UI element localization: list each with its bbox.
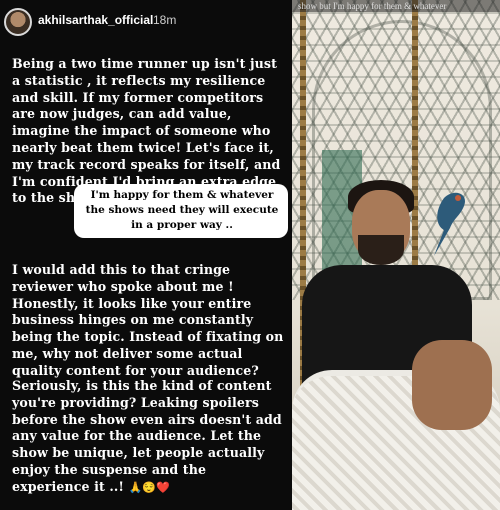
story-header: akhilsarthak_official 18m (0, 8, 292, 36)
instagram-story: akhilsarthak_official 18m Being a two ti… (0, 0, 500, 510)
avatar[interactable] (4, 8, 32, 36)
person-arm (412, 340, 492, 430)
bird-painting-icon (434, 192, 465, 256)
username[interactable]: akhilsarthak_official (38, 13, 153, 27)
story-paragraph-2: I would add this to that cringe reviewer… (12, 262, 284, 378)
story-photo: show but I'm happy for them & whatever (292, 0, 500, 510)
story-text-panel: akhilsarthak_official 18m Being a two ti… (0, 0, 292, 510)
quote-sticker: I'm happy for them & whatever the shows … (74, 184, 288, 238)
person-beard (358, 235, 404, 265)
post-time: 18m (153, 13, 177, 27)
story-paragraph-3: Seriously, is this the kind of content y… (12, 378, 288, 497)
story-paragraph-3-text: Seriously, is this the kind of content y… (12, 378, 282, 494)
photo-overlay-text: show but I'm happy for them & whatever (292, 0, 500, 12)
emoji-reactions: 🙏😌❤️ (128, 480, 170, 494)
